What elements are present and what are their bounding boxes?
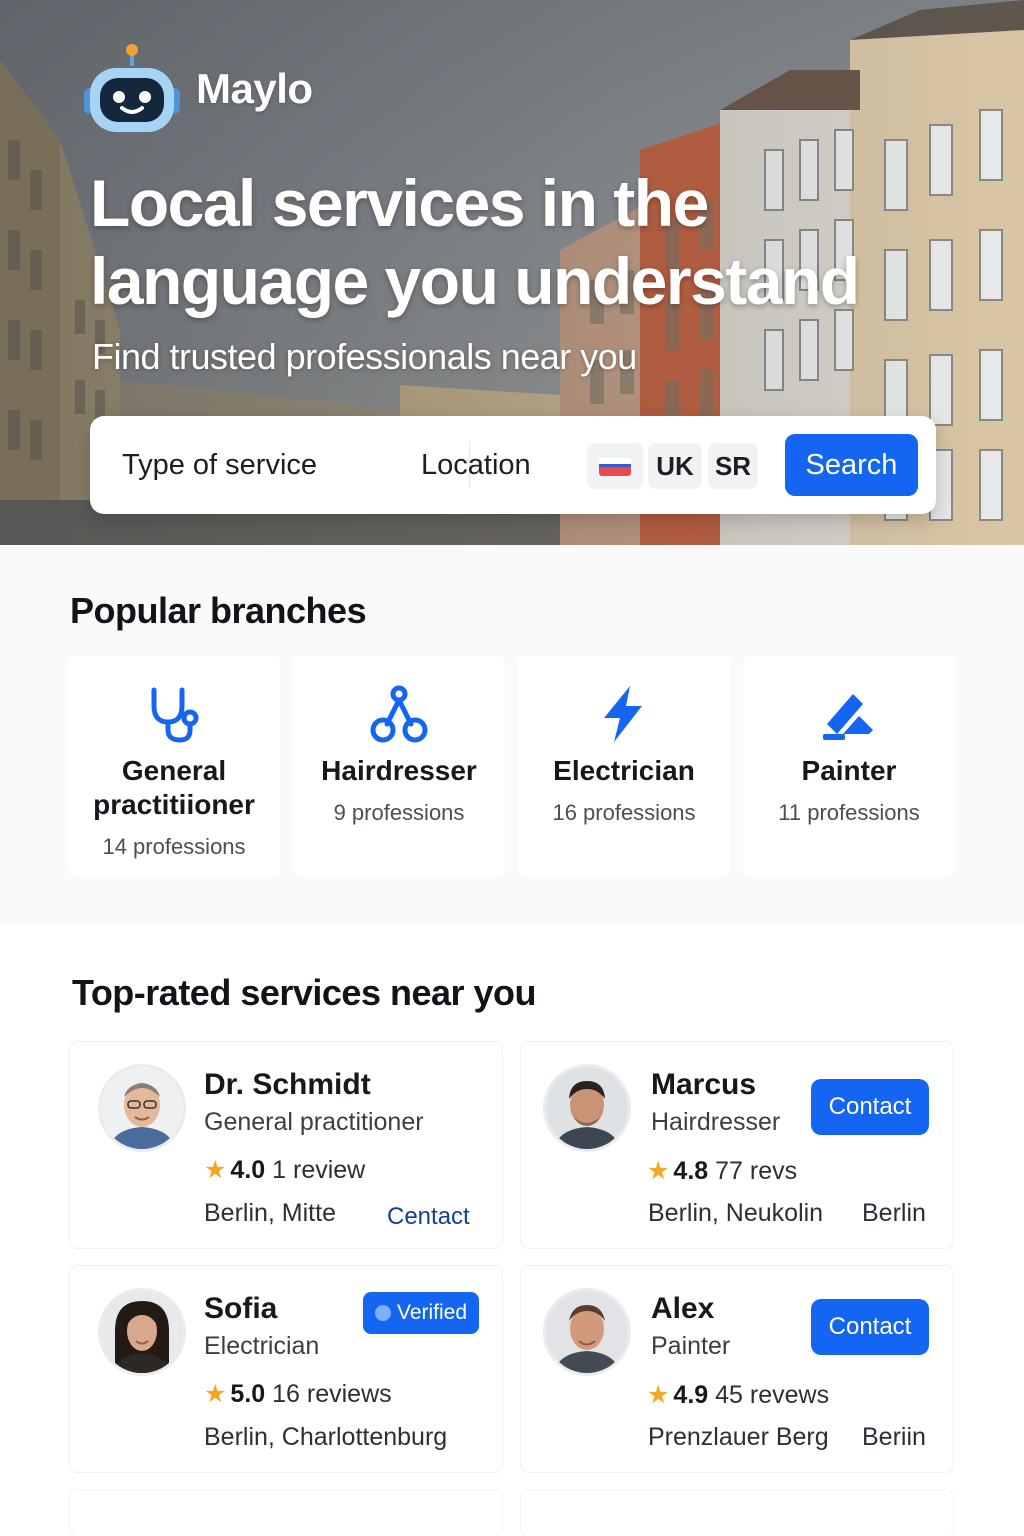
paint-roller-icon [743,684,955,744]
contact-button[interactable]: Contact [811,1299,929,1355]
provider-city: Berlin [862,1199,926,1227]
provider-card-dr-schmidt[interactable]: Dr. Schmidt General practitioner ★ 4.0 1 … [70,1042,502,1248]
avatar [98,1064,186,1152]
brand-logo[interactable]: Maylo [82,42,313,136]
avatar [543,1064,631,1152]
verified-badge: Verified [363,1292,480,1334]
contact-link[interactable]: Centact [387,1203,470,1231]
location-input[interactable]: Location [421,416,531,514]
top-rated-title: Top-rated services near you [72,972,537,1013]
hero-banner: Maylo Local services in the language you… [0,0,1024,545]
provider-card-placeholder [70,1490,502,1536]
branch-name-line-2: practitiioner [93,789,255,820]
avatar [98,1288,186,1376]
branch-name: General practitiioner [68,754,280,822]
review-count: 1 review [272,1156,366,1184]
branch-count: 14 professions [102,834,246,859]
avatar [543,1288,631,1376]
review-count: 45 revews [715,1381,830,1409]
provider-card-alex[interactable]: Alex Painter ★ 4.9 45 revews Prenzlauer B… [521,1266,953,1472]
provider-card-marcus[interactable]: Marcus Hairdresser ★ 4.8 77 revs Berlin, … [521,1042,953,1248]
flag-icon [599,458,631,476]
provider-profession: Painter [651,1332,731,1360]
branch-card-painter[interactable]: Painter 11 professions [743,656,955,876]
provider-location: Berlin, Charlottenburg [204,1423,448,1451]
rating-value: 4.8 [673,1157,709,1185]
verified-check-icon [375,1305,391,1321]
provider-profession: Electrician [204,1332,320,1360]
lightning-icon [518,684,730,744]
provider-location: Berlin, Mitte [204,1199,336,1227]
provider-profession: General practitioner [204,1108,424,1136]
scissors-icon [293,684,505,744]
provider-name: Alex [651,1292,715,1325]
branch-count: 11 professions [778,800,920,825]
branch-name-line-1: General [121,755,227,786]
hero-title-line-1: Local services in the [90,166,709,240]
branch-card-general-practitioner[interactable]: General practitiioner 14 professions [68,656,280,876]
star-icon: ★ [204,1156,227,1184]
provider-card-sofia[interactable]: Sofia Verified Electrician ★ 5.0 16 revie… [70,1266,502,1472]
branch-name: Hairdresser [321,755,477,786]
provider-location: Prenzlauer Berg [648,1423,829,1451]
provider-rating: ★ 4.9 45 revews [647,1380,829,1410]
brand-name: Maylo [196,65,313,112]
robot-logo-icon [82,42,182,136]
service-type-input[interactable]: Type of service [122,416,317,514]
provider-rating: ★ 5.0 16 reviews [204,1379,392,1409]
rating-value: 4.9 [673,1381,709,1409]
star-icon: ★ [647,1381,670,1409]
provider-location: Berlin, Neukolin [648,1199,824,1227]
stethoscope-icon [68,684,280,744]
language-uk-button[interactable]: UK [648,443,702,489]
star-icon: ★ [647,1157,670,1185]
rating-value: 4.0 [230,1156,266,1184]
provider-card-placeholder [521,1490,953,1536]
search-button[interactable]: Search [785,434,918,496]
branch-card-electrician[interactable]: Electrician 16 professions [518,656,730,876]
review-count: 77 revs [715,1157,798,1185]
review-count: 16 reviews [272,1380,392,1408]
branches-title: Popular branches [70,590,367,631]
provider-rating: ★ 4.0 1 review [204,1155,365,1185]
provider-name: Marcus [651,1068,757,1101]
provider-name: Dr. Schmidt [204,1068,371,1101]
hero-title: Local services in the language you under… [90,164,950,320]
language-flag-button[interactable] [587,443,643,489]
hero-title-line-2: language you understand [90,244,860,318]
branch-card-hairdresser[interactable]: Hairdresser 9 professions [293,656,505,876]
branch-name: Painter [801,755,897,786]
provider-name: Sofia [204,1292,278,1325]
hero-subtitle: Find trusted professionals near you [92,336,637,377]
provider-profession: Hairdresser [651,1108,781,1136]
provider-rating: ★ 4.8 77 revs [647,1156,797,1186]
star-icon: ★ [204,1380,227,1408]
language-sr-button[interactable]: SR [708,443,758,489]
provider-city: Beriin [862,1423,926,1451]
verified-label: Verified [397,1301,468,1324]
branch-count: 9 professions [333,800,465,825]
search-bar: Type of service Location UK SR Search [90,416,936,514]
contact-button[interactable]: Contact [811,1079,929,1135]
branch-name: Electrician [553,755,695,786]
rating-value: 5.0 [230,1380,266,1408]
branch-count: 16 professions [552,800,696,825]
